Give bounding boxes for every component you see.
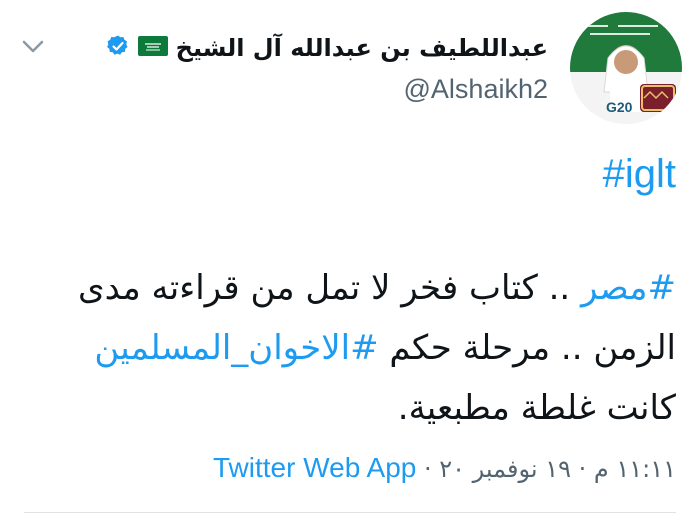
avatar-g20-text: G20: [606, 99, 633, 115]
hashtag-misr[interactable]: #مصر: [581, 268, 676, 308]
name-row: عبداللطيف بن عبدالله آل الشيخ: [78, 28, 548, 68]
tweet-line-3: كانت غلطة مطبعية.: [397, 388, 676, 428]
divider: [24, 512, 676, 513]
tweet-header: عبداللطيف بن عبدالله آل الشيخ @Alshaikh2: [78, 28, 548, 105]
tweet-line-1: #مصر .. كتاب فخر لا تمل من قراءته مدى: [26, 258, 676, 318]
hashtag-ikhwan[interactable]: #الاخوان_المسلمين: [94, 328, 378, 368]
tweet-meta: ١١:١١ م · ١٩ نوفمبر ٢٠ · Twitter Web App: [26, 452, 676, 484]
tweet-source-link[interactable]: Twitter Web App: [213, 452, 416, 483]
hashtag-iglt[interactable]: #iglt: [603, 152, 676, 197]
tweet-timestamp[interactable]: ١١:١١ م · ١٩ نوفمبر ٢٠ ·: [416, 455, 676, 483]
verified-badge-icon: [106, 34, 130, 62]
tweet-line-2: الزمن .. مرحلة حكم #الاخوان_المسلمين: [26, 318, 676, 378]
tweet-line-2-text: الزمن .. مرحلة حكم: [378, 328, 676, 368]
tweet-text: #مصر .. كتاب فخر لا تمل من قراءته مدى ال…: [26, 258, 676, 438]
chevron-down-icon[interactable]: [18, 32, 48, 62]
display-name[interactable]: عبداللطيف بن عبدالله آل الشيخ: [176, 34, 548, 62]
user-handle[interactable]: @Alshaikh2: [78, 74, 548, 105]
avatar[interactable]: G20: [570, 12, 682, 124]
saudi-flag-icon: [137, 36, 168, 60]
tweet-line-1-text: .. كتاب فخر لا تمل من قراءته مدى: [78, 268, 582, 308]
